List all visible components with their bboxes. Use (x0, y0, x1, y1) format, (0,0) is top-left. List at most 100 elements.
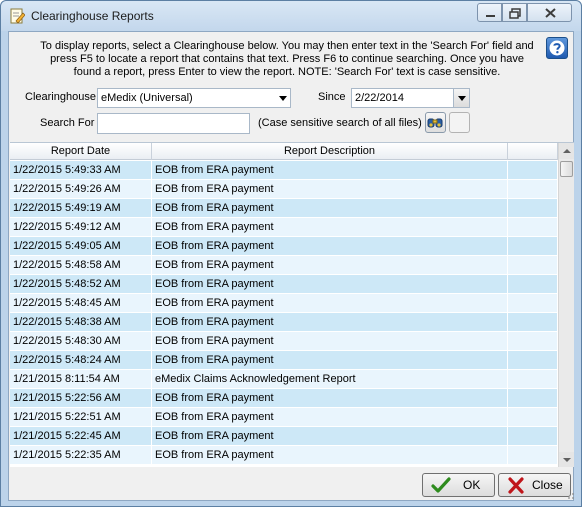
report-date-cell: 1/21/2015 8:11:54 AM (10, 370, 152, 388)
extra-cell (508, 275, 558, 293)
since-date-picker[interactable]: 2/22/2014 (351, 88, 470, 108)
close-icon (545, 8, 556, 18)
table-row[interactable]: 1/22/2015 5:49:26 AM EOB from ERA payment (10, 180, 558, 199)
table-row[interactable]: 1/21/2015 5:22:56 AM EOB from ERA payment (10, 389, 558, 408)
table-rows: 1/22/2015 5:49:33 AM EOB from ERA payment… (10, 161, 558, 465)
clearinghouse-select[interactable]: eMedix (Universal) (97, 88, 291, 108)
report-date-cell: 1/21/2015 5:22:51 AM (10, 408, 152, 426)
report-description-cell: EOB from ERA payment (152, 199, 508, 217)
extra-cell (508, 370, 558, 388)
search-for-label: Search For (40, 117, 95, 129)
table-row[interactable]: 1/22/2015 5:49:19 AM EOB from ERA payment (10, 199, 558, 218)
report-description-cell: EOB from ERA payment (152, 275, 508, 293)
extra-cell (508, 294, 558, 312)
extra-cell (508, 237, 558, 255)
report-description-cell: eMedix Claims Acknowledgement Report (152, 370, 508, 388)
chevron-down-icon (458, 96, 466, 101)
document-edit-icon (10, 8, 25, 24)
scroll-up-button[interactable] (559, 143, 574, 159)
date-dropdown-button[interactable] (453, 89, 469, 107)
help-icon (549, 40, 565, 56)
table-vertical-scrollbar[interactable] (558, 143, 574, 467)
scroll-thumb[interactable] (560, 161, 573, 177)
report-date-cell: 1/21/2015 5:22:35 AM (10, 446, 152, 464)
maximize-icon (509, 8, 521, 19)
column-header-extra[interactable] (508, 143, 558, 160)
table-row[interactable]: 1/21/2015 8:11:54 AM eMedix Claims Acknow… (10, 370, 558, 389)
report-date-cell: 1/21/2015 5:22:45 AM (10, 427, 152, 445)
resize-grip-icon[interactable] (567, 492, 575, 500)
table-header: Report Date Report Description (10, 143, 558, 160)
since-label: Since (318, 91, 346, 103)
report-date-cell: 1/22/2015 5:49:05 AM (10, 237, 152, 255)
report-description-cell: EOB from ERA payment (152, 256, 508, 274)
chevron-down-icon (279, 96, 287, 101)
close-window-button[interactable] (527, 3, 572, 22)
x-icon (508, 477, 524, 494)
search-hint: (Case sensitive search of all files) (258, 117, 422, 129)
window-title: Clearinghouse Reports (31, 9, 154, 23)
report-date-cell: 1/22/2015 5:48:38 AM (10, 313, 152, 331)
minimize-icon (486, 15, 495, 17)
report-description-cell: EOB from ERA payment (152, 180, 508, 198)
report-description-cell: EOB from ERA payment (152, 237, 508, 255)
table-row[interactable]: 1/22/2015 5:49:33 AM EOB from ERA payment (10, 161, 558, 180)
report-description-cell: EOB from ERA payment (152, 332, 508, 350)
extra-cell (508, 427, 558, 445)
report-description-cell: EOB from ERA payment (152, 427, 508, 445)
report-date-cell: 1/22/2015 5:49:19 AM (10, 199, 152, 217)
report-date-cell: 1/22/2015 5:49:33 AM (10, 161, 152, 179)
table-row[interactable]: 1/21/2015 5:22:51 AM EOB from ERA payment (10, 408, 558, 427)
column-header-report-date[interactable]: Report Date (10, 143, 152, 160)
report-description-cell: EOB from ERA payment (152, 218, 508, 236)
reports-table[interactable]: Report Date Report Description 1/22/2015… (10, 142, 574, 467)
report-description-cell: EOB from ERA payment (152, 446, 508, 464)
report-description-cell: EOB from ERA payment (152, 294, 508, 312)
checkmark-icon (431, 477, 451, 493)
search-button[interactable] (425, 112, 446, 133)
table-row[interactable]: 1/22/2015 5:48:45 AM EOB from ERA payment (10, 294, 558, 313)
instructions-line-2: press F5 to locate a report that contain… (50, 53, 524, 65)
extra-cell (508, 161, 558, 179)
table-row[interactable]: 1/22/2015 5:48:38 AM EOB from ERA payment (10, 313, 558, 332)
table-row[interactable]: 1/22/2015 5:48:58 AM EOB from ERA payment (10, 256, 558, 275)
help-button[interactable] (546, 37, 568, 59)
table-row[interactable]: 1/22/2015 5:49:05 AM EOB from ERA payment (10, 237, 558, 256)
extra-cell (508, 332, 558, 350)
extra-cell (508, 389, 558, 407)
secondary-search-button[interactable] (449, 112, 470, 133)
table-row[interactable]: 1/22/2015 5:48:52 AM EOB from ERA payment (10, 275, 558, 294)
report-date-cell: 1/22/2015 5:49:26 AM (10, 180, 152, 198)
extra-cell (508, 256, 558, 274)
ok-label: OK (463, 478, 481, 492)
search-for-input[interactable] (97, 113, 250, 134)
table-row[interactable]: 1/21/2015 5:22:45 AM EOB from ERA payment (10, 427, 558, 446)
report-date-cell: 1/21/2015 5:22:56 AM (10, 389, 152, 407)
instructions-text: To display reports, select a Clearinghou… (29, 40, 545, 79)
report-date-cell: 1/22/2015 5:49:12 AM (10, 218, 152, 236)
instructions-line-3: found a report, press Enter to view the … (73, 66, 501, 78)
report-description-cell: EOB from ERA payment (152, 313, 508, 331)
extra-cell (508, 180, 558, 198)
table-row[interactable]: 1/22/2015 5:48:30 AM EOB from ERA payment (10, 332, 558, 351)
close-label: Close (532, 478, 563, 492)
clearinghouse-label: Clearinghouse (25, 91, 96, 103)
report-description-cell: EOB from ERA payment (152, 351, 508, 369)
instructions-line-1: To display reports, select a Clearinghou… (40, 40, 534, 52)
extra-cell (508, 218, 558, 236)
column-header-report-description[interactable]: Report Description (152, 143, 508, 160)
ok-button[interactable]: OK (422, 473, 495, 497)
scroll-down-button[interactable] (559, 452, 574, 467)
report-description-cell: EOB from ERA payment (152, 408, 508, 426)
report-date-cell: 1/22/2015 5:48:30 AM (10, 332, 152, 350)
binoculars-icon (427, 118, 443, 128)
maximize-button[interactable] (502, 3, 527, 22)
minimize-button[interactable] (477, 3, 502, 22)
title-bar[interactable]: Clearinghouse Reports (1, 1, 581, 31)
table-row[interactable]: 1/22/2015 5:49:12 AM EOB from ERA payment (10, 218, 558, 237)
table-row[interactable]: 1/22/2015 5:48:24 AM EOB from ERA payment (10, 351, 558, 370)
since-date-value: 2/22/2014 (355, 92, 404, 104)
table-row[interactable]: 1/21/2015 5:22:35 AM EOB from ERA payment (10, 446, 558, 465)
report-description-cell: EOB from ERA payment (152, 389, 508, 407)
close-button[interactable]: Close (498, 473, 571, 497)
